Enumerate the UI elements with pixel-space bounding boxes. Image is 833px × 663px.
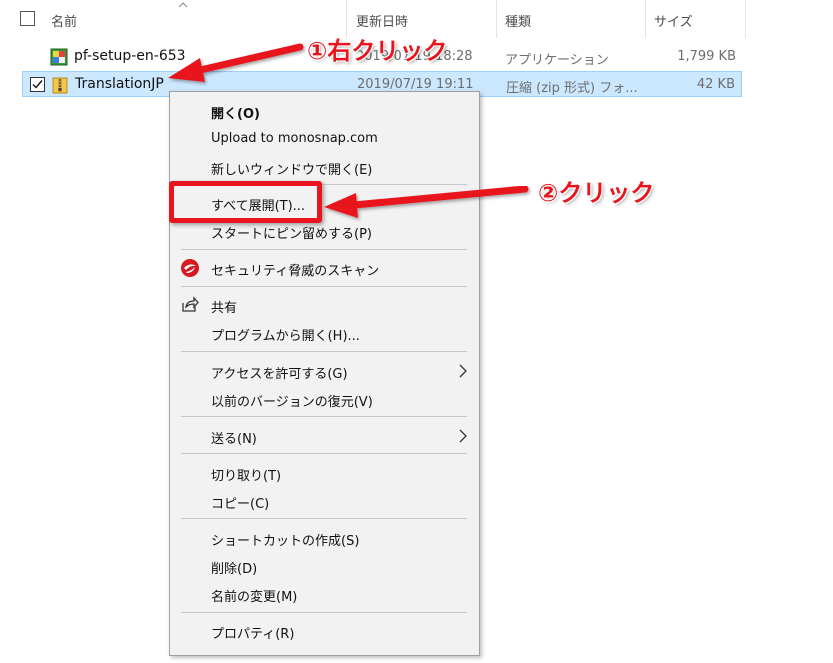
menu-item-send-to[interactable]: 送る(N): [170, 423, 479, 449]
row-checkbox-checked[interactable]: [30, 77, 45, 92]
file-date: 2019/07/19 19:11: [357, 77, 474, 92]
menu-item-label: 名前の変更(M): [211, 590, 298, 605]
menu-item-label: 開く(O): [211, 107, 260, 122]
menu-separator: [181, 518, 467, 519]
menu-separator: [181, 416, 467, 417]
chevron-right-icon: [459, 364, 467, 378]
annotation-step2: ②クリック: [538, 179, 655, 207]
column-header-name[interactable]: 名前: [51, 11, 77, 30]
menu-item-give-access[interactable]: アクセスを許可する(G): [170, 358, 479, 384]
menu-item-label: 送る(N): [211, 432, 257, 447]
chevron-right-icon: [459, 429, 467, 443]
menu-item-label: 以前のバージョンの復元(V): [211, 395, 373, 410]
column-header-size[interactable]: サイズ: [654, 11, 693, 30]
menu-item-security-scan[interactable]: セキュリティ脅威のスキャン: [170, 255, 479, 281]
checkmark-icon: [32, 80, 43, 89]
file-name[interactable]: TranslationJP: [75, 76, 164, 92]
menu-item-rename[interactable]: 名前の変更(M): [170, 581, 479, 607]
menu-item-copy[interactable]: コピー(C): [170, 488, 479, 514]
zip-folder-icon: [52, 77, 68, 94]
file-size: 1,799 KB: [677, 49, 736, 64]
file-type: アプリケーション: [505, 53, 609, 68]
menu-item-label: 削除(D): [211, 562, 258, 577]
column-divider[interactable]: [645, 0, 646, 38]
sort-ascending-icon: [178, 2, 188, 8]
menu-item-restore-previous-versions[interactable]: 以前のバージョンの復元(V): [170, 386, 479, 412]
menu-item-share[interactable]: 共有: [170, 292, 479, 318]
file-name[interactable]: pf-setup-en-653: [74, 48, 186, 64]
menu-separator: [181, 453, 467, 454]
extract-all-highlight-box: [169, 181, 322, 223]
column-header-date[interactable]: 更新日時: [356, 11, 408, 30]
menu-item-label: セキュリティ脅威のスキャン: [211, 264, 380, 279]
menu-item-delete[interactable]: 削除(D): [170, 553, 479, 579]
file-size: 42 KB: [696, 77, 735, 92]
menu-item-label: 共有: [211, 301, 238, 316]
menu-item-label: 切り取り(T): [211, 469, 282, 484]
menu-item-label: コピー(C): [211, 497, 270, 512]
select-all-checkbox[interactable]: [20, 11, 35, 26]
menu-item-label: プロパティ(R): [211, 627, 295, 642]
menu-item-label: プログラムから開く(H)...: [211, 329, 360, 344]
security-scan-icon: [181, 259, 199, 277]
installer-app-icon: [50, 48, 68, 66]
menu-separator: [181, 286, 467, 287]
menu-item-cut[interactable]: 切り取り(T): [170, 460, 479, 486]
menu-item-open[interactable]: 開く(O): [170, 98, 479, 124]
context-menu: 開く(O) Upload to monosnap.com 新しいウィンドウで開く…: [169, 91, 480, 656]
menu-separator: [181, 612, 467, 613]
column-divider[interactable]: [745, 0, 746, 38]
share-icon: [182, 296, 199, 312]
menu-item-label: ショートカットの作成(S): [211, 534, 360, 549]
menu-item-label: アクセスを許可する(G): [211, 367, 348, 382]
menu-item-create-shortcut[interactable]: ショートカットの作成(S): [170, 525, 479, 551]
column-divider[interactable]: [496, 0, 497, 38]
menu-item-upload-monosnap[interactable]: Upload to monosnap.com: [170, 126, 479, 152]
menu-separator: [181, 351, 467, 352]
menu-item-open-with[interactable]: プログラムから開く(H)...: [170, 320, 479, 346]
file-type: 圧縮 (zip 形式) フォ...: [506, 81, 638, 96]
menu-item-label: 新しいウィンドウで開く(E): [211, 163, 373, 178]
menu-item-label: スタートにピン留めする(P): [211, 227, 372, 242]
menu-item-label: Upload to monosnap.com: [211, 131, 378, 146]
annotation-step1: ①右クリック: [307, 37, 448, 65]
menu-item-open-new-window[interactable]: 新しいウィンドウで開く(E): [170, 154, 479, 180]
column-header-type[interactable]: 種類: [505, 11, 531, 30]
menu-separator: [181, 249, 467, 250]
menu-item-properties[interactable]: プロパティ(R): [170, 618, 479, 644]
